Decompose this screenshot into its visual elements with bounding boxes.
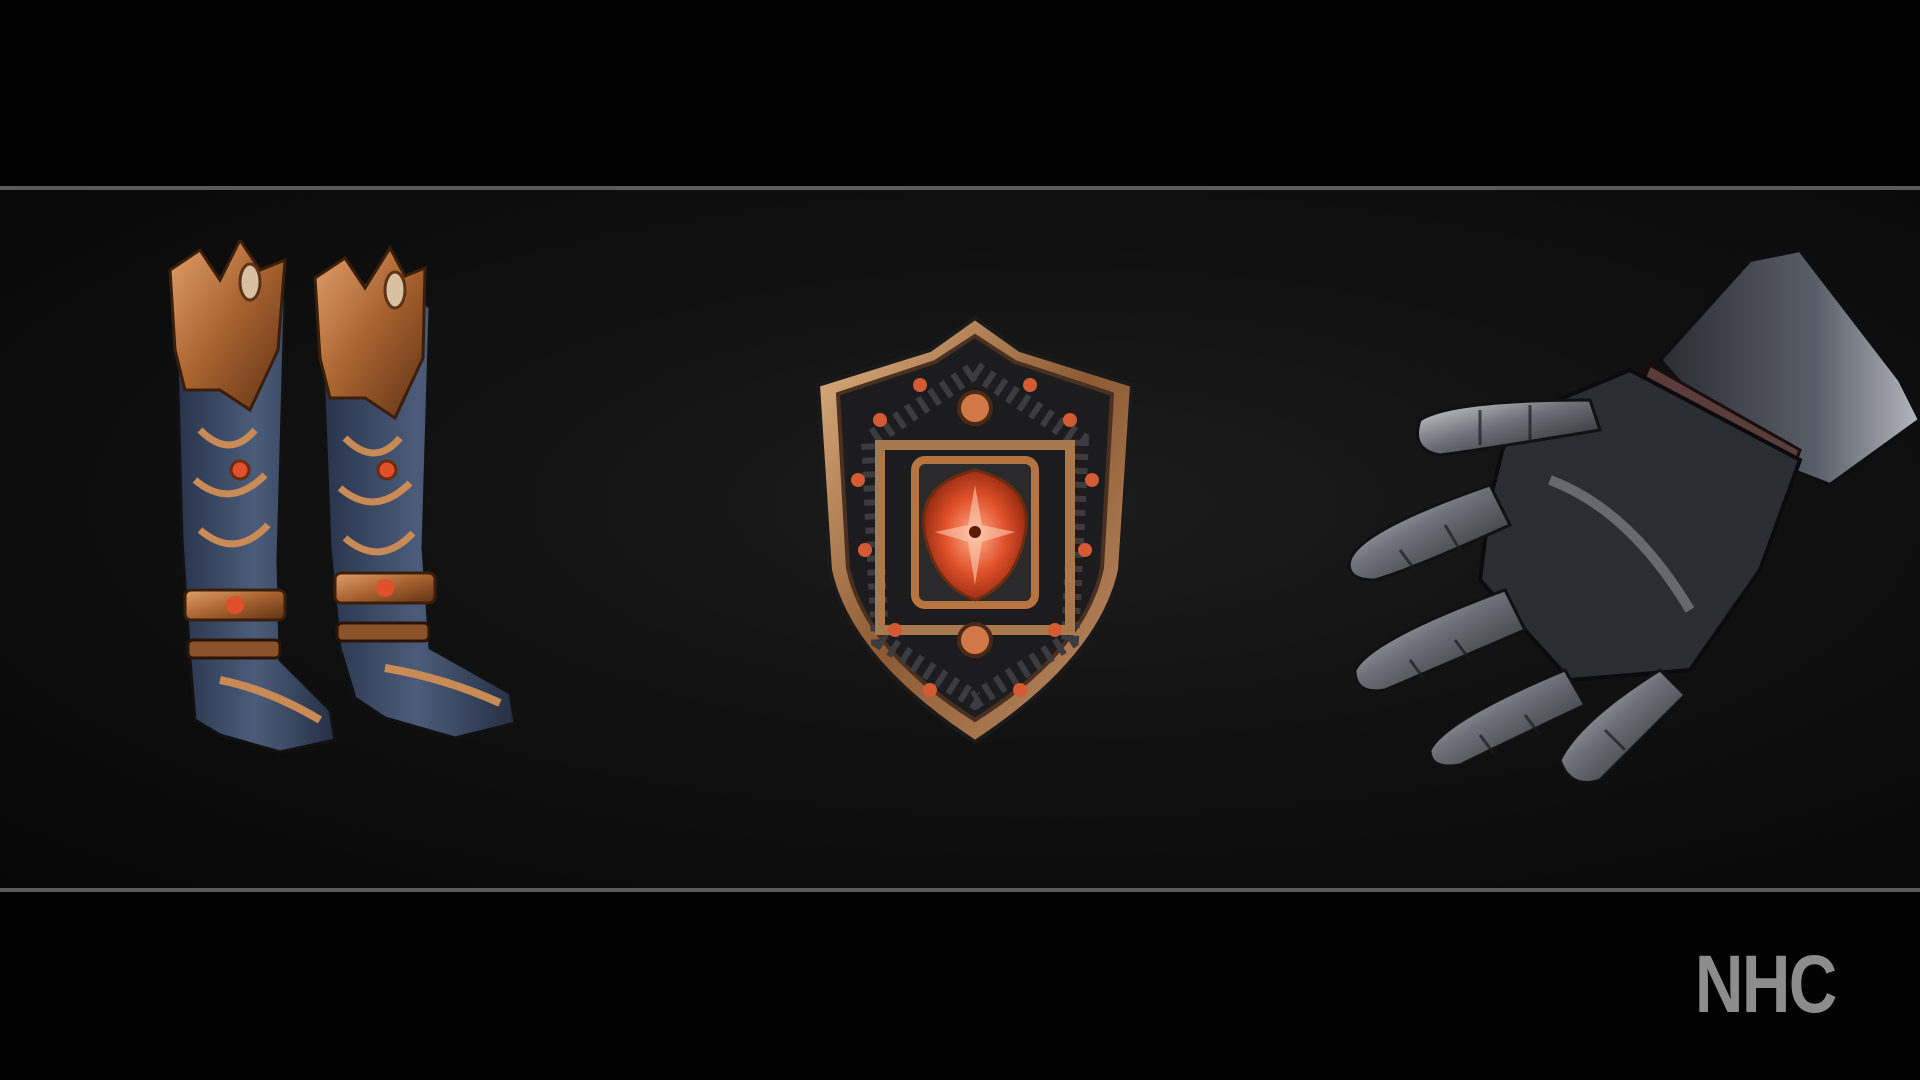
watermark-logo: NHC [1695,939,1837,1030]
top-letterbox [0,0,1920,186]
plate-gauntlet-icon [1330,250,1920,790]
item-showcase-panel [0,190,1920,888]
bottom-letterbox [0,892,1920,1080]
ornate-shield-icon [810,310,1140,750]
armored-boots-icon [160,240,560,800]
